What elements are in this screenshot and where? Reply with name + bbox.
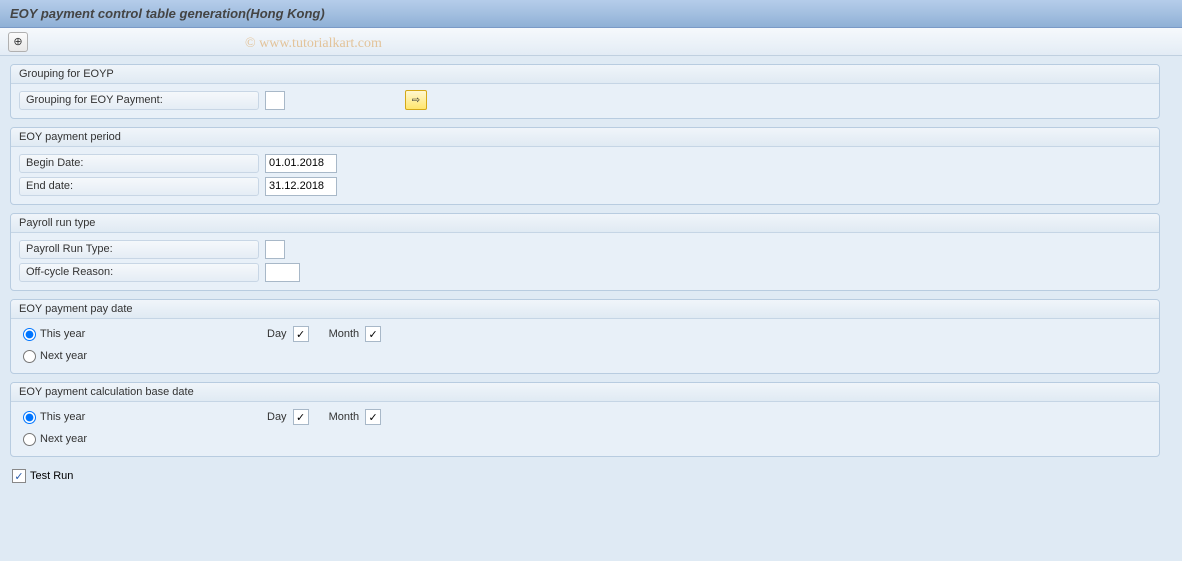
- label-paydate-thisyear: This year: [40, 328, 85, 340]
- label-test-run: Test Run: [30, 470, 73, 482]
- test-run-row: ✓ Test Run: [10, 465, 1172, 487]
- toolbar: ⊕: [0, 28, 1182, 56]
- input-run-type[interactable]: [265, 240, 285, 259]
- input-end-date[interactable]: [265, 177, 337, 196]
- title-bar: EOY payment control table generation(Hon…: [0, 0, 1182, 28]
- checkbox-test-run[interactable]: ✓: [12, 469, 26, 483]
- group-calcbase: EOY payment calculation base date This y…: [10, 382, 1160, 457]
- group-runtype: Payroll run type Payroll Run Type: Off-c…: [10, 213, 1160, 291]
- label-grouping: Grouping for EOY Payment:: [19, 91, 259, 110]
- check-icon: ✓: [14, 470, 23, 483]
- radio-calcbase-thisyear[interactable]: [23, 411, 36, 424]
- check-icon: ✓: [296, 328, 305, 341]
- checkbox-calcbase-month[interactable]: ✓: [365, 409, 381, 425]
- group-title-paydate: EOY payment pay date: [11, 300, 1159, 319]
- checkbox-paydate-month[interactable]: ✓: [365, 326, 381, 342]
- checkbox-calcbase-day[interactable]: ✓: [293, 409, 309, 425]
- label-end-date: End date:: [19, 177, 259, 196]
- label-paydate-month: Month: [329, 328, 360, 340]
- label-paydate-day: Day: [267, 328, 287, 340]
- label-calcbase-nextyear: Next year: [40, 433, 87, 445]
- label-begin-date: Begin Date:: [19, 154, 259, 173]
- input-grouping[interactable]: [265, 91, 285, 110]
- execute-button[interactable]: ⊕: [8, 32, 28, 52]
- radio-paydate-thisyear[interactable]: [23, 328, 36, 341]
- label-offcycle-reason: Off-cycle Reason:: [19, 263, 259, 282]
- label-calcbase-thisyear: This year: [40, 411, 85, 423]
- group-title-grouping: Grouping for EOYP: [11, 65, 1159, 84]
- radio-paydate-nextyear[interactable]: [23, 350, 36, 363]
- checkbox-paydate-day[interactable]: ✓: [293, 326, 309, 342]
- input-offcycle-reason[interactable]: [265, 263, 300, 282]
- execute-icon: ⊕: [13, 35, 22, 48]
- arrow-right-icon: ⇨: [412, 95, 420, 106]
- input-begin-date[interactable]: [265, 154, 337, 173]
- label-calcbase-month: Month: [329, 411, 360, 423]
- label-run-type: Payroll Run Type:: [19, 240, 259, 259]
- group-period: EOY payment period Begin Date: End date:: [10, 127, 1160, 205]
- group-title-period: EOY payment period: [11, 128, 1159, 147]
- group-title-calcbase: EOY payment calculation base date: [11, 383, 1159, 402]
- label-calcbase-day: Day: [267, 411, 287, 423]
- multi-select-button[interactable]: ⇨: [405, 90, 427, 110]
- check-icon: ✓: [369, 328, 378, 341]
- group-title-runtype: Payroll run type: [11, 214, 1159, 233]
- check-icon: ✓: [296, 411, 305, 424]
- group-grouping: Grouping for EOYP Grouping for EOY Payme…: [10, 64, 1160, 119]
- group-paydate: EOY payment pay date This year Day ✓ Mon…: [10, 299, 1160, 374]
- radio-calcbase-nextyear[interactable]: [23, 433, 36, 446]
- label-paydate-nextyear: Next year: [40, 350, 87, 362]
- check-icon: ✓: [369, 411, 378, 424]
- page-title: EOY payment control table generation(Hon…: [10, 6, 325, 21]
- content-area: Grouping for EOYP Grouping for EOY Payme…: [0, 56, 1182, 561]
